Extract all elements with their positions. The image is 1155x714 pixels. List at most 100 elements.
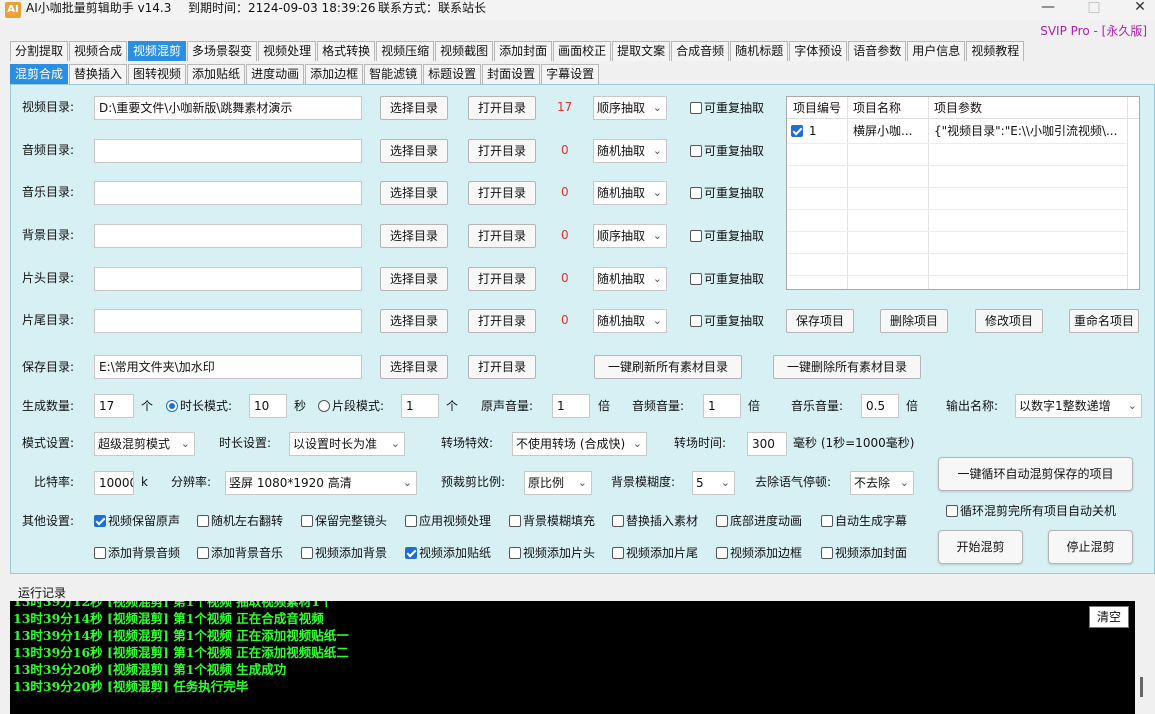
transition-select[interactable]: 不使用转场 (合成快) ⌄ [512, 432, 647, 456]
option-checkbox-options_row1-0[interactable]: 视频保留原声 [94, 513, 180, 529]
tab-main-4[interactable]: 视频处理 [258, 41, 317, 61]
resolution-select[interactable]: 竖屏 1080*1920 高清 ⌄ [225, 471, 417, 495]
repeat-extract-checkbox[interactable]: 可重复抽取 [690, 100, 764, 116]
start-mix-button[interactable]: 开始混剪 [938, 530, 1023, 564]
orig-volume-input[interactable]: 1 [552, 394, 590, 418]
duration-mode-radio[interactable]: 时长模式: [166, 398, 232, 414]
tab-main-2[interactable]: 视频混剪 [128, 41, 187, 61]
select-dir-button[interactable]: 选择目录 [380, 181, 448, 205]
tab-main-7[interactable]: 视频截图 [435, 41, 494, 61]
tab-sub-7[interactable]: 标题设置 [423, 64, 482, 84]
extract-mode-select[interactable]: 随机抽取 ⌄ [593, 139, 667, 163]
tab-main-0[interactable]: 分割提取 [10, 41, 69, 61]
tab-main-16[interactable]: 视频教程 [966, 41, 1025, 61]
rename-project-button[interactable]: 重命名项目 [1069, 309, 1139, 333]
close-icon[interactable]: ✕ [1120, 0, 1155, 16]
tab-main-1[interactable]: 视频合成 [69, 41, 128, 61]
extract-mode-select[interactable]: 随机抽取 ⌄ [593, 267, 667, 291]
tab-main-10[interactable]: 提取文案 [612, 41, 671, 61]
option-checkbox-options_row2-3[interactable]: 视频添加贴纸 [405, 545, 491, 561]
maximize-icon[interactable]: □ [1074, 0, 1114, 16]
remove-pause-select[interactable]: 不去除 ⌄ [850, 471, 914, 495]
tab-sub-4[interactable]: 进度动画 [246, 64, 305, 84]
option-checkbox-options_row1-1[interactable]: 随机左右翻转 [197, 513, 283, 529]
delete-all-button[interactable]: 一键删除所有素材目录 [773, 355, 921, 379]
gen-count-input[interactable]: 17 [94, 394, 134, 418]
save-select-dir-button[interactable]: 选择目录 [380, 355, 448, 379]
transition-time-input[interactable]: 300 [747, 432, 787, 456]
repeat-extract-checkbox[interactable]: 可重复抽取 [690, 313, 764, 329]
option-checkbox-options_row1-7[interactable]: 自动生成字幕 [821, 513, 907, 529]
option-checkbox-options_row1-6[interactable]: 底部进度动画 [716, 513, 802, 529]
repeat-extract-checkbox[interactable]: 可重复抽取 [690, 185, 764, 201]
option-checkbox-options_row2-0[interactable]: 添加背景音频 [94, 545, 180, 561]
crop-ratio-select[interactable]: 原比例 ⌄ [524, 471, 592, 495]
tab-main-6[interactable]: 视频压缩 [376, 41, 435, 61]
dir-input[interactable] [94, 267, 362, 291]
tab-main-12[interactable]: 随机标题 [730, 41, 789, 61]
tab-main-3[interactable]: 多场景裂变 [187, 41, 258, 61]
loop-auto-mix-button[interactable]: 一键循环自动混剪保存的项目 [938, 457, 1133, 491]
duration-input[interactable]: 10 [249, 394, 287, 418]
dir-input[interactable] [94, 139, 362, 163]
clear-log-button[interactable]: 清空 [1089, 606, 1129, 628]
repeat-extract-checkbox[interactable]: 可重复抽取 [690, 271, 764, 287]
repeat-extract-checkbox[interactable]: 可重复抽取 [690, 228, 764, 244]
tab-sub-5[interactable]: 添加边框 [305, 64, 364, 84]
option-checkbox-options_row1-5[interactable]: 替换插入素材 [612, 513, 698, 529]
duration-setting-select[interactable]: 以设置时长为准 ⌄ [289, 432, 405, 456]
tab-main-5[interactable]: 格式转换 [317, 41, 376, 61]
extract-mode-select[interactable]: 顺序抽取 ⌄ [593, 224, 667, 248]
auto-shutdown-checkbox[interactable]: 循环混剪完所有项目自动关机 [946, 503, 1116, 519]
row-checkbox[interactable] [791, 125, 803, 137]
extract-mode-select[interactable]: 随机抽取 ⌄ [593, 181, 667, 205]
extract-mode-select[interactable]: 顺序抽取 ⌄ [593, 96, 667, 120]
log-console[interactable]: 13时39分12秒 [视频混剪] 第1个视频 抽取视频素材1个 13时39分14秒… [10, 601, 1135, 714]
extract-mode-select[interactable]: 随机抽取 ⌄ [593, 309, 667, 333]
minimize-icon[interactable]: — [1028, 0, 1068, 16]
select-dir-button[interactable]: 选择目录 [380, 309, 448, 333]
tab-main-9[interactable]: 画面校正 [553, 41, 612, 61]
select-dir-button[interactable]: 选择目录 [380, 96, 448, 120]
project-table[interactable]: 项目编号 项目名称 项目参数 1 横屏小咖... {"视频目录":"E:\\小咖… [786, 96, 1140, 290]
col-header-name[interactable]: 项目名称 [853, 97, 901, 119]
dir-input[interactable] [94, 181, 362, 205]
tab-sub-0[interactable]: 混剪合成 [10, 64, 69, 84]
tab-sub-2[interactable]: 图转视频 [128, 64, 187, 84]
option-checkbox-options_row1-2[interactable]: 保留完整镜头 [301, 513, 387, 529]
output-name-select[interactable]: 以数字1整数递增 ⌄ [1015, 394, 1142, 418]
save-open-dir-button[interactable]: 打开目录 [468, 355, 536, 379]
delete-project-button[interactable]: 删除项目 [880, 309, 948, 333]
select-dir-button[interactable]: 选择目录 [380, 267, 448, 291]
tab-sub-8[interactable]: 封面设置 [482, 64, 541, 84]
option-checkbox-options_row2-1[interactable]: 添加背景音乐 [197, 545, 283, 561]
col-header-params[interactable]: 项目参数 [934, 97, 982, 119]
tab-main-13[interactable]: 字体预设 [789, 41, 848, 61]
tab-sub-3[interactable]: 添加贴纸 [187, 64, 246, 84]
option-checkbox-options_row1-4[interactable]: 背景模糊填充 [509, 513, 595, 529]
open-dir-button[interactable]: 打开目录 [468, 224, 536, 248]
open-dir-button[interactable]: 打开目录 [468, 309, 536, 333]
tab-main-11[interactable]: 合成音频 [671, 41, 730, 61]
dir-input[interactable] [94, 224, 362, 248]
stop-mix-button[interactable]: 停止混剪 [1048, 530, 1133, 564]
save-dir-input[interactable]: E:\常用文件夹\加水印 [94, 355, 362, 379]
tab-sub-1[interactable]: 替换插入 [69, 64, 128, 84]
option-checkbox-options_row2-7[interactable]: 视频添加封面 [821, 545, 907, 561]
open-dir-button[interactable]: 打开目录 [468, 267, 536, 291]
log-scrollbar[interactable] [1140, 677, 1143, 697]
segment-input[interactable]: 1 [401, 394, 439, 418]
save-project-button[interactable]: 保存项目 [786, 309, 854, 333]
open-dir-button[interactable]: 打开目录 [468, 96, 536, 120]
select-dir-button[interactable]: 选择目录 [380, 139, 448, 163]
bg-blur-select[interactable]: 5 ⌄ [692, 471, 735, 495]
option-checkbox-options_row2-5[interactable]: 视频添加片尾 [612, 545, 698, 561]
dir-input[interactable]: D:\重要文件\小咖新版\跳舞素材演示 [94, 96, 362, 120]
option-checkbox-options_row2-6[interactable]: 视频添加边框 [716, 545, 802, 561]
tab-main-14[interactable]: 语音参数 [848, 41, 907, 61]
mode-select[interactable]: 超级混剪模式 ⌄ [94, 432, 195, 456]
repeat-extract-checkbox[interactable]: 可重复抽取 [690, 143, 764, 159]
segment-mode-radio[interactable]: 片段模式: [318, 398, 384, 414]
option-checkbox-options_row2-2[interactable]: 视频添加背景 [301, 545, 387, 561]
tab-sub-6[interactable]: 智能滤镜 [364, 64, 423, 84]
